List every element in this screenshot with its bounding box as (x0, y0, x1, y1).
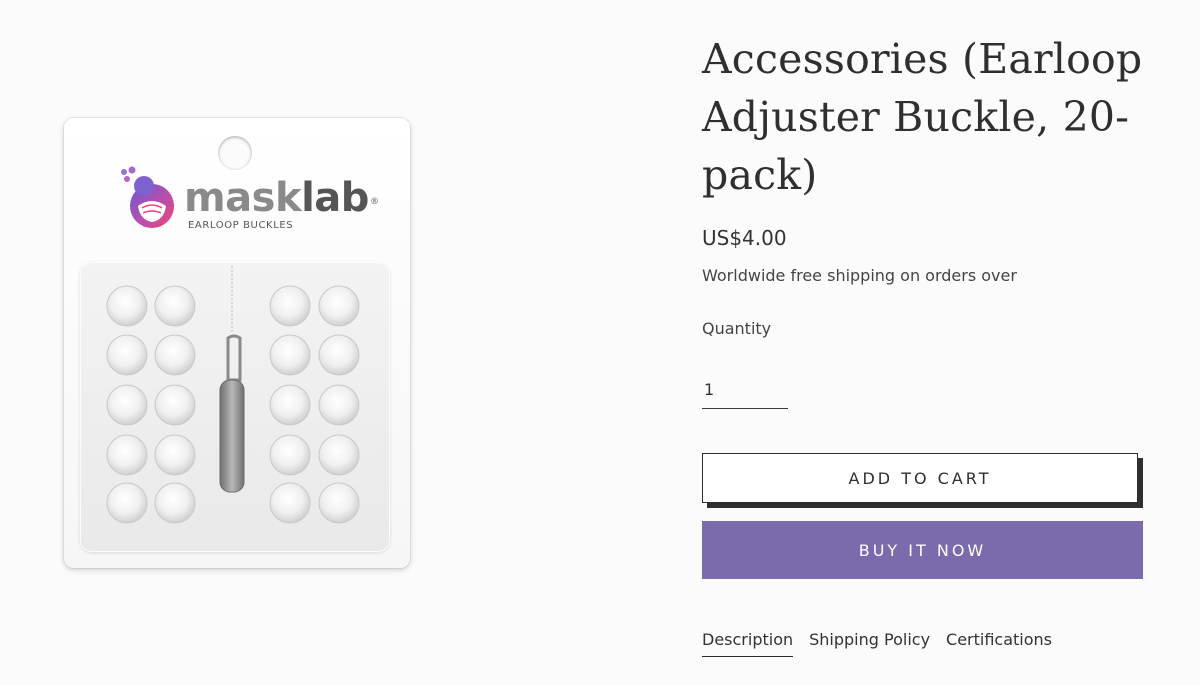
earloop-buckle (269, 334, 311, 376)
masklab-logo-icon (121, 166, 174, 228)
quantity-label: Quantity (702, 319, 772, 338)
masklab-logo: masklab® EARLOOP BUCKLES (116, 164, 379, 234)
add-to-cart-button[interactable]: ADD TO CART (702, 453, 1138, 503)
tab-certifications[interactable]: Certifications (946, 630, 1052, 657)
product-image[interactable]: masklab® EARLOOP BUCKLES (64, 118, 410, 568)
earloop-buckle (106, 384, 148, 426)
registered-mark: ® (369, 197, 379, 207)
earloop-buckle (154, 482, 196, 524)
blister-tray (80, 262, 390, 552)
earloop-buckle (318, 384, 360, 426)
product-info: Accessories (Earloop Adjuster Buckle, 20… (702, 30, 1162, 657)
adjuster-tool (219, 334, 245, 493)
blister-tray-graphic (106, 266, 360, 524)
buy-it-now-button[interactable]: BUY IT NOW (702, 521, 1143, 579)
earloop-buckle (269, 384, 311, 426)
earloop-buckle (269, 434, 311, 476)
earloop-buckle (106, 434, 148, 476)
earloop-buckle (318, 434, 360, 476)
quantity-input[interactable] (702, 370, 788, 409)
tab-shipping-policy[interactable]: Shipping Policy (809, 630, 930, 657)
earloop-buckle (318, 482, 360, 524)
product-tabs: Description Shipping Policy Certificatio… (702, 630, 1052, 657)
earloop-buckle (154, 285, 196, 327)
earloop-buckle (318, 285, 360, 327)
brand-name-mask: mask (184, 175, 302, 221)
brand-name: masklab® (184, 175, 379, 221)
product-title: Accessories (Earloop Adjuster Buckle, 20… (702, 35, 1143, 199)
product-price: US$4.00 (702, 226, 787, 250)
earloop-buckle (154, 334, 196, 376)
brand-subtitle: EARLOOP BUCKLES (188, 220, 294, 231)
earloop-buckle (154, 384, 196, 426)
earloop-buckle (106, 482, 148, 524)
earloop-buckle (106, 334, 148, 376)
brand-name-lab: lab (301, 175, 369, 221)
earloop-buckle (318, 334, 360, 376)
shipping-note: Worldwide free shipping on orders over (702, 266, 1017, 285)
earloop-buckle (269, 285, 311, 327)
earloop-buckle (106, 285, 148, 327)
earloop-buckle (154, 434, 196, 476)
tab-description[interactable]: Description (702, 630, 794, 657)
earloop-buckle (269, 482, 311, 524)
